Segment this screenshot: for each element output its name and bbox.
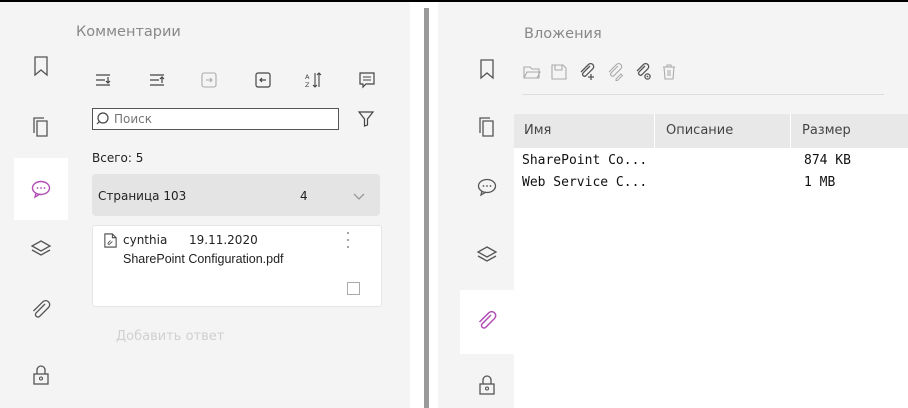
- more-options-icon[interactable]: [345, 230, 351, 250]
- rail-security[interactable]: [14, 348, 68, 402]
- attachments-table-header: Имя Описание Размер: [514, 114, 908, 148]
- rail-bookmarks[interactable]: [14, 39, 68, 93]
- expand-all-button[interactable]: [92, 69, 114, 91]
- trash-icon: [663, 64, 675, 80]
- layers-icon: [30, 240, 52, 256]
- rail-pages[interactable]: [460, 100, 514, 154]
- comment-card[interactable]: cynthia 19.11.2020 SharePoint Configurat…: [92, 225, 382, 307]
- export-comments-button[interactable]: [252, 69, 274, 91]
- table-row[interactable]: Web Service C... 1 MB: [514, 172, 908, 194]
- attachment-size: 874 KB: [804, 153, 851, 168]
- add-attachment-button[interactable]: [576, 61, 598, 83]
- folder-open-icon: [523, 66, 541, 79]
- export-icon: [255, 72, 271, 88]
- import-icon: [201, 72, 217, 88]
- attachment-settings-button[interactable]: [632, 61, 654, 83]
- security-lock-icon: [479, 375, 495, 395]
- svg-text:A: A: [305, 73, 310, 81]
- left-sidebar-rail: [14, 2, 68, 408]
- column-divider: [790, 114, 791, 148]
- bookmark-icon: [34, 56, 48, 77]
- chevron-down-icon: [353, 193, 365, 200]
- delete-attachment-button[interactable]: [658, 61, 680, 83]
- save-icon: [551, 64, 567, 80]
- panel-splitter: [410, 2, 438, 408]
- sort-button[interactable]: AZ: [302, 69, 324, 91]
- search-input[interactable]: [112, 112, 314, 126]
- rail-bookmarks[interactable]: [460, 42, 514, 96]
- column-header-size[interactable]: Размер: [802, 123, 851, 138]
- edit-description-button[interactable]: [604, 61, 626, 83]
- comments-icon: [31, 180, 51, 199]
- attachments-icon: [33, 299, 51, 318]
- collapse-all-button[interactable]: [146, 69, 168, 91]
- bookmark-icon: [480, 59, 494, 80]
- comment-date: 19.11.2020: [189, 233, 258, 247]
- comment-checkbox[interactable]: [347, 282, 360, 295]
- edit-attachment-icon: [608, 63, 624, 81]
- save-attachment-button[interactable]: [548, 61, 570, 83]
- rail-layers[interactable]: [14, 222, 68, 276]
- svg-text:Z: Z: [305, 81, 310, 89]
- import-comments-button[interactable]: [198, 69, 220, 91]
- pages-icon: [33, 117, 48, 137]
- panel-title: Вложения: [524, 26, 602, 42]
- table-row[interactable]: SharePoint Co... 874 KB: [514, 150, 908, 172]
- rail-security[interactable]: [460, 358, 514, 408]
- rail-comments[interactable]: [14, 158, 68, 220]
- column-header-description[interactable]: Описание: [666, 123, 733, 138]
- add-reply-placeholder[interactable]: Добавить ответ: [116, 329, 224, 344]
- comment-options-button[interactable]: [356, 69, 378, 91]
- open-attachment-button[interactable]: [521, 61, 543, 83]
- rail-attachments[interactable]: [14, 284, 68, 338]
- collapse-all-icon: [150, 74, 165, 86]
- page-group-count: 4: [300, 189, 308, 203]
- column-divider: [654, 114, 655, 148]
- file-attachment-icon: [104, 233, 117, 248]
- attachment-settings-icon: [636, 63, 651, 80]
- page-group-header[interactable]: Страница 103 4: [92, 174, 380, 216]
- toolbar-separator: [522, 94, 884, 95]
- attachments-header-area: [514, 2, 908, 114]
- comment-text: SharePoint Configuration.pdf: [123, 252, 284, 266]
- panel-title: Комментарии: [76, 24, 181, 40]
- rail-attachments[interactable]: [460, 290, 514, 354]
- comments-panel: Комментарии AZ Всего: 5 Страница 103 4 c…: [0, 2, 410, 408]
- attachments-panel: Вложения Имя Описание Размер SharePoint …: [438, 2, 908, 408]
- comment-options-icon: [359, 72, 375, 89]
- attachments-content: Вложения Имя Описание Размер SharePoint …: [514, 2, 908, 408]
- search-icon: [96, 112, 109, 125]
- page-group-label: Страница 103: [98, 189, 187, 203]
- splitter-bar[interactable]: [424, 8, 429, 408]
- sort-az-icon: AZ: [305, 72, 322, 89]
- attachment-name: SharePoint Co...: [522, 153, 648, 168]
- attachment-name: Web Service C...: [522, 175, 648, 190]
- expand-all-icon: [96, 74, 111, 86]
- rail-layers[interactable]: [460, 228, 514, 282]
- search-box: [92, 108, 339, 130]
- rail-pages[interactable]: [14, 100, 68, 154]
- attachment-size: 1 MB: [804, 175, 836, 190]
- pages-icon: [479, 117, 494, 137]
- filter-icon: [357, 111, 375, 127]
- total-count: Всего: 5: [92, 151, 144, 165]
- rail-comments[interactable]: [460, 160, 514, 214]
- attachments-icon: [478, 310, 497, 329]
- right-sidebar-rail: [460, 2, 514, 408]
- layers-icon: [476, 246, 498, 262]
- column-header-name[interactable]: Имя: [524, 123, 551, 138]
- filter-button[interactable]: [355, 108, 377, 130]
- comments-icon: [477, 178, 497, 197]
- comment-author: cynthia: [123, 233, 168, 247]
- add-attachment-icon: [580, 63, 595, 80]
- security-lock-icon: [33, 365, 49, 385]
